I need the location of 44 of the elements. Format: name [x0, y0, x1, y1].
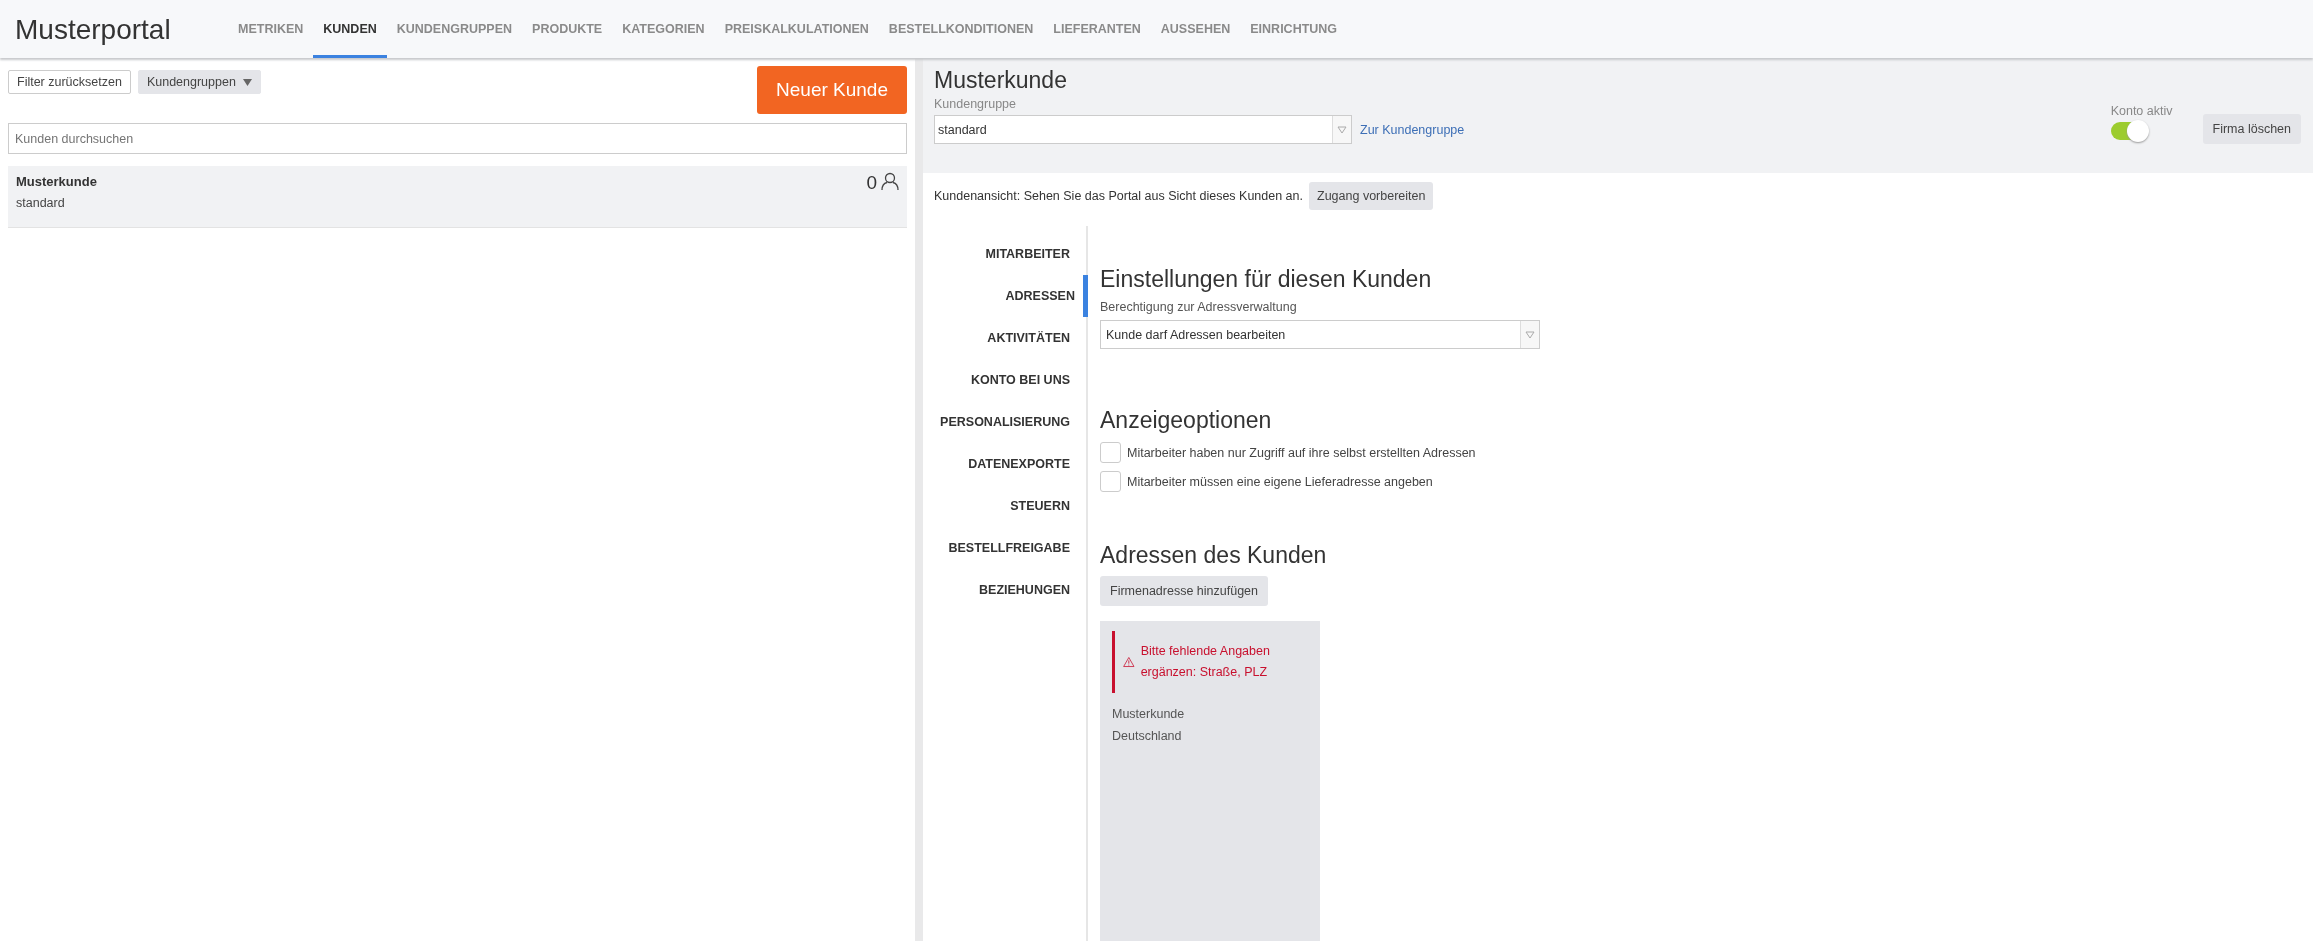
permission-select[interactable]: Kunde darf Adressen bearbeiten — [1100, 320, 1540, 349]
warning-text: Bitte fehlende Angaben ergänzen: Straße, PLZ — [1140, 643, 1271, 681]
search-field[interactable]: Kunden durchsuchen — [8, 123, 907, 154]
field-label: Kundengruppe — [934, 97, 1018, 111]
customer-name: Musterkunde — [16, 174, 97, 189]
section-nav-item[interactable]: MITARBEITER — [923, 233, 1088, 275]
checkbox[interactable] — [1100, 471, 1121, 492]
caret-icon — [242, 78, 252, 86]
field-label: Berechtigung zur Adressverwaltung — [1100, 300, 1297, 314]
customer-row[interactable]: Musterkunde standard 0 — [8, 166, 907, 228]
checkbox-label: Mitarbeiter müssen eine eigene Lieferadresse angeben — [1127, 474, 1433, 489]
filter-reset-button[interactable]: Filter zurücksetzen — [8, 70, 131, 94]
section-heading: Anzeigeoptionen — [1100, 407, 1272, 434]
section-nav-item[interactable]: AKTIVITÄTEN — [923, 317, 1088, 359]
delete-company-button[interactable]: Firma löschen — [2202, 114, 2301, 144]
checkbox-label: Mitarbeiter haben nur Zugriff auf ihre selbst erstellten Adressen — [1127, 445, 1476, 460]
customer-group-link[interactable]: Zur Kundengruppe — [1360, 123, 1465, 137]
user-icon — [881, 172, 899, 191]
section-nav-item[interactable]: STEUERN — [923, 485, 1088, 527]
prepare-access-button[interactable]: Zugang vorbereiten — [1309, 182, 1434, 210]
section-nav-item[interactable]: PERSONALISIERUNG — [923, 401, 1088, 443]
preview-text: Kundenansicht: Sehen Sie das Portal aus Sicht dieses Kunden an. — [934, 189, 1303, 203]
section-heading: Einstellungen für diesen Kunden — [1100, 266, 1432, 293]
dropdown-arrow-icon — [1525, 330, 1535, 339]
customer-group-select[interactable]: standard — [934, 115, 1352, 144]
address-line: Deutschland — [1112, 729, 1183, 743]
section-nav-item[interactable]: KONTO BEI UNS — [923, 359, 1088, 401]
warning-icon — [1123, 654, 1135, 670]
user-count: 0 — [866, 172, 877, 194]
section-nav-item[interactable]: DATENEXPORTE — [923, 443, 1088, 485]
field-label: Konto aktiv — [2110, 104, 2173, 118]
nav-tab[interactable]: KUNDEN — [313, 3, 387, 58]
add-address-button[interactable]: Firmenadresse hinzufügen — [1100, 576, 1268, 606]
app-logo: Musterportal — [14, 13, 172, 47]
section-nav-item[interactable]: ADRESSEN — [923, 275, 1088, 317]
section-nav-item[interactable]: BEZIEHUNGEN — [923, 569, 1088, 611]
section-heading: Adressen des Kunden — [1100, 542, 1327, 569]
address-line: Musterkunde — [1112, 707, 1186, 721]
section-nav-item[interactable]: BESTELLFREIGABE — [923, 527, 1088, 569]
customer-title: Musterkunde — [934, 67, 1068, 95]
checkbox[interactable] — [1100, 442, 1121, 463]
group-filter-dropdown[interactable]: Kundengruppen — [137, 70, 261, 94]
dropdown-arrow-icon — [1337, 125, 1347, 134]
customer-group: standard — [16, 196, 97, 210]
